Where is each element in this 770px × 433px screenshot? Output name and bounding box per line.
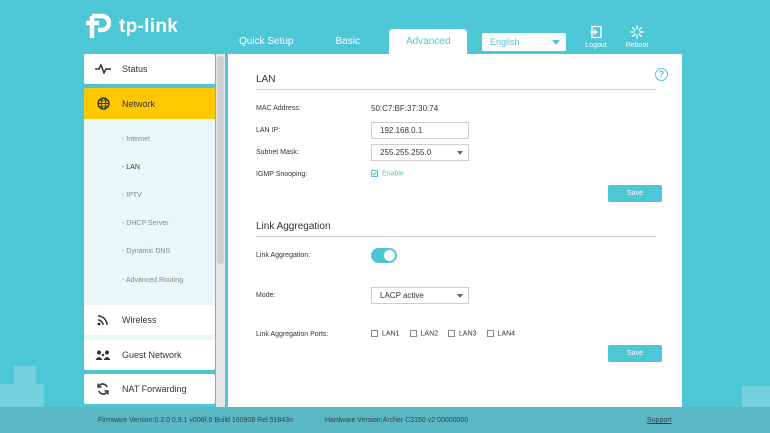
background-square xyxy=(742,386,770,407)
sidebar-item-label: Wireless xyxy=(122,315,157,325)
reboot-button[interactable]: Reboot xyxy=(619,25,655,49)
port-lan4-checkbox[interactable]: LAN4 xyxy=(486,330,516,338)
ports-checkbox-group: LAN1 LAN2 LAN3 LAN4 xyxy=(371,330,515,337)
sidebar-item-label: Guest Network xyxy=(122,350,182,360)
tab-advanced[interactable]: Advanced xyxy=(388,29,467,54)
firmware-version: Firmware Version:0.2.0 0.9.1 v006f.0 Bui… xyxy=(98,417,293,424)
reboot-label: Reboot xyxy=(625,42,649,49)
sidebar-item-status[interactable]: Status xyxy=(84,54,215,84)
link-aggregation-toggle[interactable] xyxy=(371,248,397,263)
link-aggregation-label: Link Aggregation: xyxy=(256,252,311,259)
port-lan3-checkbox[interactable]: LAN3 xyxy=(448,330,477,337)
wifi-icon xyxy=(84,314,122,326)
main-panel: ? LAN MAC Address: 50:C7:BF:37:30:74 LAN… xyxy=(228,54,682,407)
tab-basic[interactable]: Basic xyxy=(318,29,376,54)
chevron-down-icon xyxy=(457,294,463,298)
checkbox-icon xyxy=(486,330,494,337)
tp-link-logo-icon xyxy=(84,12,114,42)
subnet-mask-label: Subnet Mask: xyxy=(256,149,299,156)
nat-icon xyxy=(84,383,122,395)
sidebar-subitem-dhcp-server[interactable]: - DHCP Server xyxy=(122,220,169,227)
brand-name: tp-link xyxy=(119,16,179,37)
reboot-icon xyxy=(630,25,644,39)
igmp-enable-checkbox[interactable]: Enable xyxy=(371,170,404,177)
lan-ip-label: LAN IP: xyxy=(256,127,281,134)
checkbox-icon xyxy=(409,330,417,337)
lan-ip-input[interactable]: 192.168.0.1 xyxy=(371,122,469,139)
port-label: LAN2 xyxy=(420,330,439,338)
sidebar-item-label: NAT Forwarding xyxy=(122,384,187,394)
sidebar-item-network[interactable]: Network xyxy=(84,88,215,119)
igmp-enable-label: Enable xyxy=(382,170,404,178)
sidebar-scrollbar-thumb[interactable] xyxy=(217,56,224,264)
checkbox-checked-icon xyxy=(371,170,378,177)
port-lan1-checkbox[interactable]: LAN1 xyxy=(371,330,400,337)
footer: Firmware Version:0.2.0 0.9.1 v006f.0 Bui… xyxy=(0,407,770,433)
port-label: LAN3 xyxy=(459,330,477,338)
mode-label: Mode: xyxy=(256,292,276,299)
language-value: English xyxy=(490,37,520,47)
port-label: LAN1 xyxy=(382,330,400,338)
help-icon[interactable]: ? xyxy=(655,68,668,81)
sidebar: Status Network - Internet - LAN - IPTV -… xyxy=(84,54,215,407)
lan-save-button[interactable]: Save xyxy=(608,185,662,202)
tp-link-logo: tp-link xyxy=(84,12,178,42)
sidebar-subitem-lan[interactable]: - LAN xyxy=(122,164,140,171)
link-aggregation-save-button[interactable]: Save xyxy=(608,345,662,362)
mode-select[interactable]: LACP active xyxy=(371,287,469,304)
subnet-mask-value: 255.255.255.0 xyxy=(380,148,432,157)
section-title-lan: LAN xyxy=(256,74,276,85)
port-lan2-checkbox[interactable]: LAN2 xyxy=(409,330,439,338)
lan-ip-value: 192.168.0.1 xyxy=(380,126,423,135)
logout-icon xyxy=(590,25,602,39)
mac-address-value: 50:C7:BF:37:30:74 xyxy=(371,104,439,113)
sidebar-subitem-iptv[interactable]: - IPTV xyxy=(122,192,142,199)
logout-button[interactable]: Logout xyxy=(578,25,614,49)
link-aggregation-ports-label: Link Aggregation Ports: xyxy=(256,331,329,338)
sidebar-subitem-dynamic-dns[interactable]: - Dynamic DNS xyxy=(122,248,170,255)
mac-address-label: MAC Address: xyxy=(256,105,301,112)
section-divider xyxy=(256,236,656,237)
language-select[interactable]: English xyxy=(482,33,566,51)
section-divider xyxy=(256,89,656,90)
checkbox-icon xyxy=(371,330,378,337)
sidebar-item-wireless[interactable]: Wireless xyxy=(84,305,215,335)
main-tabs: Quick Setup Basic Advanced xyxy=(222,29,467,54)
port-label: LAN4 xyxy=(497,330,516,338)
globe-icon xyxy=(84,97,122,110)
section-title-link-aggregation: Link Aggregation xyxy=(256,221,331,232)
checkbox-icon xyxy=(448,330,456,337)
sidebar-item-label: Network xyxy=(122,98,156,109)
tab-quick-setup[interactable]: Quick Setup xyxy=(222,29,310,54)
toggle-knob xyxy=(384,250,395,261)
support-link[interactable]: Support xyxy=(647,417,672,424)
mode-value: LACP active xyxy=(380,291,424,300)
background-square xyxy=(0,384,44,407)
sidebar-item-guest-network[interactable]: Guest Network xyxy=(84,340,215,370)
sidebar-subitem-internet[interactable]: - Internet xyxy=(122,136,150,143)
subnet-mask-select[interactable]: 255.255.255.0 xyxy=(371,144,469,161)
sidebar-item-label: Status xyxy=(122,64,148,74)
sidebar-scrollbar[interactable] xyxy=(216,54,225,407)
pulse-icon xyxy=(84,64,122,74)
chevron-down-icon xyxy=(457,151,463,155)
hardware-version: Hardware Version:Archer C3150 v2 0000000… xyxy=(325,417,469,424)
igmp-snooping-label: IGMP Snooping: xyxy=(256,171,308,178)
chevron-down-icon xyxy=(552,40,560,45)
logout-label: Logout xyxy=(585,42,607,49)
background-square xyxy=(14,366,36,384)
guest-icon xyxy=(84,350,122,361)
sidebar-subitem-advanced-routing[interactable]: - Advanced Routing xyxy=(122,277,183,284)
sidebar-item-nat-forwarding[interactable]: NAT Forwarding xyxy=(84,374,215,404)
